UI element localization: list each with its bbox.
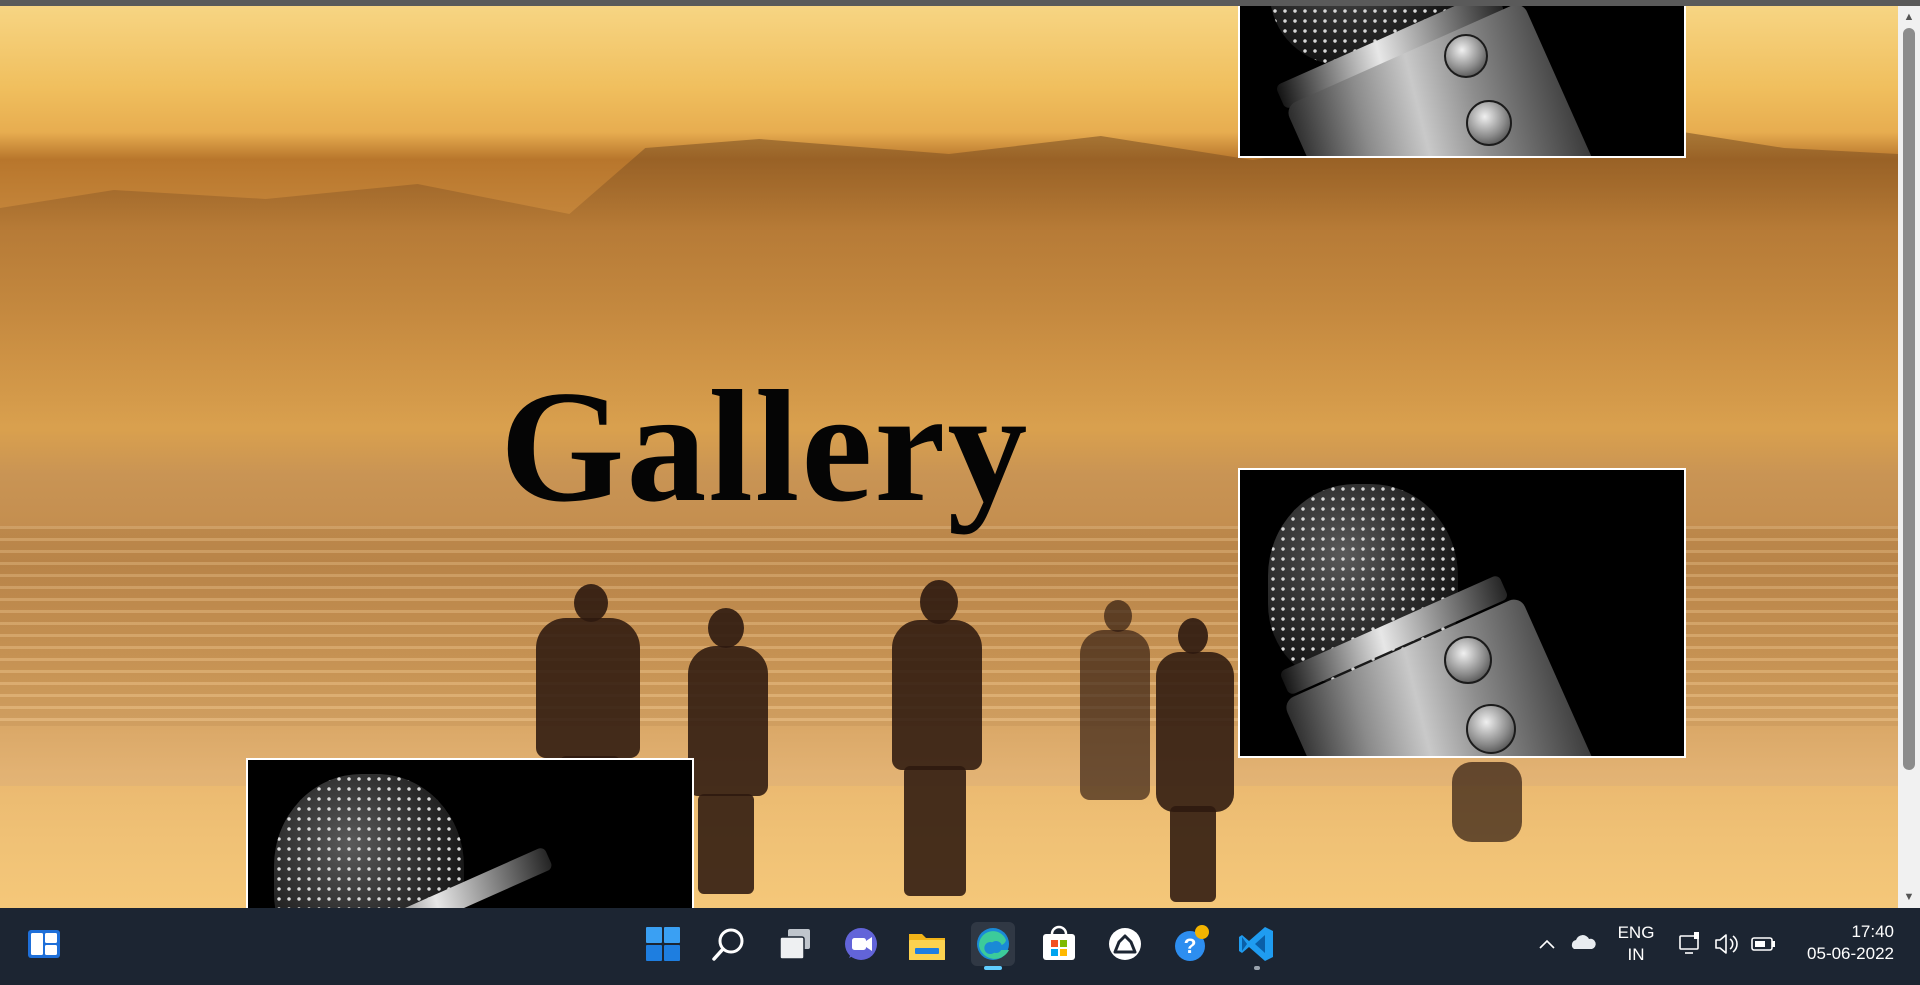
taskbar: ? ENG IN 17:40 05-06-2022 — [0, 908, 1920, 980]
silhouette-person — [892, 620, 982, 770]
language-code: ENG — [1617, 923, 1655, 942]
show-hidden-icons-button[interactable] — [1536, 908, 1558, 980]
search-icon — [712, 928, 744, 961]
silhouette-person — [574, 584, 608, 622]
silhouette-person — [1170, 806, 1216, 902]
app-icon — [1109, 928, 1141, 960]
gallery-image-microphone[interactable] — [1238, 468, 1686, 758]
silhouette-person — [1178, 618, 1208, 654]
gain-knob — [1444, 636, 1492, 684]
teams-chat-icon — [845, 928, 877, 960]
edge-icon — [977, 928, 1009, 960]
battery-icon — [1751, 937, 1775, 951]
microphone-grille — [274, 774, 464, 908]
onedrive-button[interactable] — [1568, 908, 1598, 980]
page-viewport: Gallery — [0, 6, 1898, 908]
quick-settings-button[interactable] — [1674, 908, 1784, 980]
clock-time: 17:40 — [1851, 922, 1894, 941]
silhouette-person — [1080, 630, 1150, 800]
silhouette-person — [1156, 652, 1234, 812]
gallery-image-microphone[interactable] — [246, 758, 694, 908]
running-app-indicator — [1254, 966, 1260, 970]
scrollbar-thumb[interactable] — [1903, 28, 1915, 770]
file-explorer-button[interactable] — [905, 922, 949, 966]
silhouette-person — [708, 608, 744, 648]
quick-settings-icons — [1679, 932, 1775, 954]
gain-knob — [1444, 34, 1488, 78]
search-button[interactable] — [707, 922, 751, 966]
task-view-button[interactable] — [773, 922, 817, 966]
volume-icon — [1715, 934, 1738, 954]
clock-button[interactable]: 17:40 05-06-2022 — [1790, 908, 1894, 980]
silhouette-person — [1452, 762, 1522, 842]
edge-button[interactable] — [971, 922, 1015, 970]
silhouette-person — [536, 618, 640, 758]
scroll-down-icon[interactable]: ▼ — [1898, 886, 1920, 908]
get-help-button[interactable]: ? — [1169, 922, 1213, 966]
pattern-knob — [1466, 100, 1512, 146]
app-button[interactable] — [1103, 922, 1147, 966]
clock-date: 05-06-2022 — [1807, 944, 1894, 963]
active-app-indicator — [984, 966, 1002, 970]
network-icon — [1679, 932, 1699, 954]
language-region: IN — [1627, 945, 1645, 964]
widgets-icon — [28, 930, 60, 958]
silhouette-person — [1104, 600, 1132, 632]
start-button[interactable] — [641, 922, 685, 966]
svg-text:?: ? — [1184, 935, 1197, 958]
start-icon — [646, 927, 680, 961]
silhouette-person — [904, 766, 966, 896]
vscode-button[interactable] — [1235, 922, 1279, 970]
onedrive-cloud-icon — [1571, 935, 1596, 949]
widgets-button[interactable] — [22, 922, 66, 966]
silhouette-person — [688, 646, 768, 796]
microsoft-store-button[interactable] — [1037, 922, 1081, 966]
input-language-button[interactable]: ENG IN — [1606, 908, 1666, 980]
silhouette-person — [920, 580, 958, 624]
chevron-up-icon — [1539, 939, 1555, 949]
task-view-icon — [779, 929, 810, 960]
silhouette-person — [698, 794, 754, 894]
microsoft-store-icon — [1043, 925, 1075, 960]
get-help-icon: ? — [1175, 925, 1209, 961]
gallery-image-microphone[interactable] — [1238, 6, 1686, 158]
teams-chat-button[interactable] — [839, 922, 883, 966]
file-explorer-icon — [909, 934, 945, 960]
pattern-knob — [1466, 704, 1516, 754]
scroll-up-icon[interactable]: ▲ — [1898, 6, 1920, 28]
page-title: Gallery — [500, 357, 1030, 535]
vscode-icon — [1239, 927, 1273, 961]
